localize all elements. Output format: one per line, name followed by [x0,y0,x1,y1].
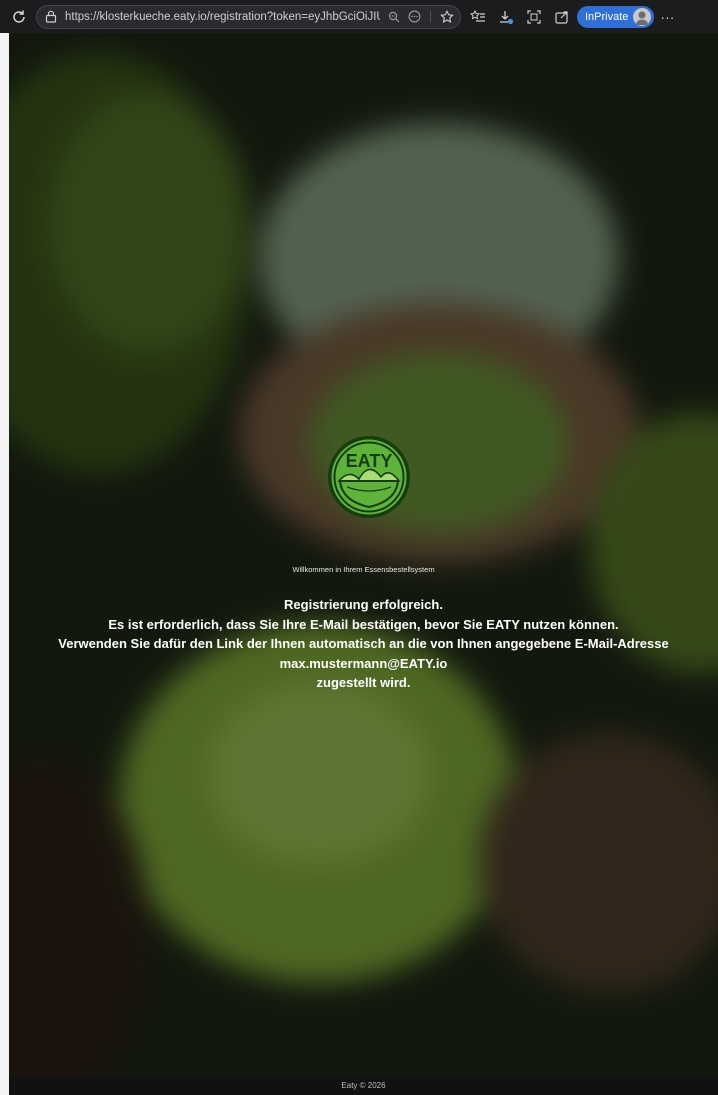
inprivate-label: InPrivate [585,10,629,23]
registration-page: EATY Willkommen in Ihrem Essensbestellsy… [9,33,718,1095]
delivered-line: zugestellt wird. [316,675,411,690]
avatar-icon [633,7,652,26]
registration-message: Registrierung erfolgreich. Es ist erford… [9,595,718,693]
success-line: Registrierung erfolgreich. [284,597,443,612]
more-options-icon[interactable]: ··· [660,9,674,25]
downloads-icon[interactable] [497,8,515,26]
lock-icon[interactable] [45,10,59,23]
eaty-logo: EATY [328,436,410,518]
zoom-icon[interactable] [388,11,400,23]
link-line: Verwenden Sie dafür den Link der Ihnen a… [58,636,669,651]
browser-toolbar: https://klosterkueche.eaty.io/registrati… [0,0,718,33]
page-left-edge [0,33,9,1095]
screenshot-icon[interactable] [525,8,543,26]
address-bar[interactable]: https://klosterkueche.eaty.io/registrati… [36,4,461,29]
url-text[interactable]: https://klosterkueche.eaty.io/registrati… [65,11,380,23]
share-icon[interactable] [553,8,571,26]
footer: Eaty © 2026 [9,1077,718,1095]
copyright-text: Eaty © 2026 [341,1081,386,1090]
main-content: EATY Willkommen in Ihrem Essensbestellsy… [9,33,718,1095]
page-actions-icon[interactable] [408,10,421,23]
divider: | [429,10,432,23]
logo-text: EATY [346,451,393,471]
reload-icon[interactable] [8,6,30,28]
favorites-list-icon[interactable] [469,8,487,26]
welcome-text: Willkommen in Ihrem Essensbestellsystem [292,565,435,574]
confirm-line: Es ist erforderlich, dass Sie Ihre E-Mai… [108,616,619,632]
inprivate-badge[interactable]: InPrivate [577,5,655,28]
favorite-star-icon[interactable] [440,9,454,24]
email-address: max.mustermann@EATY.io [279,655,448,671]
